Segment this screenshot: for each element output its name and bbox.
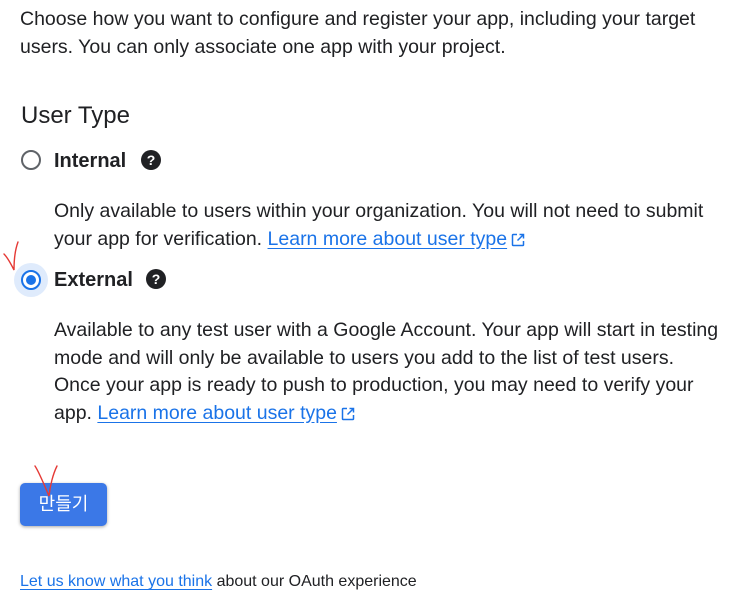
external-label[interactable]: External	[54, 268, 133, 292]
internal-description: Only available to users within your orga…	[54, 198, 724, 253]
annotation-check-mark	[3, 241, 19, 271]
user-type-title: User Type	[21, 102, 130, 129]
internal-learn-more-link[interactable]: Learn more about user type	[268, 228, 508, 250]
svg-text:?: ?	[147, 152, 156, 168]
feedback-link[interactable]: Let us know what you think	[20, 573, 212, 590]
open-in-new-icon	[511, 233, 525, 246]
intro-text: Choose how you want to configure and reg…	[20, 8, 696, 58]
internal-label[interactable]: Internal	[54, 149, 126, 173]
annotation-check-mark	[34, 465, 58, 497]
svg-text:?: ?	[152, 271, 161, 287]
open-in-new-icon	[341, 407, 355, 420]
feedback-footer: Let us know what you think about our OAu…	[20, 571, 417, 593]
external-description: Available to any test user with a Google…	[54, 317, 724, 427]
internal-radio[interactable]	[21, 150, 41, 170]
external-learn-more-link[interactable]: Learn more about user type	[97, 402, 337, 424]
feedback-footer-text: about our OAuth experience	[216, 573, 417, 590]
help-icon[interactable]: ?	[146, 269, 166, 289]
help-icon[interactable]: ?	[141, 150, 161, 170]
